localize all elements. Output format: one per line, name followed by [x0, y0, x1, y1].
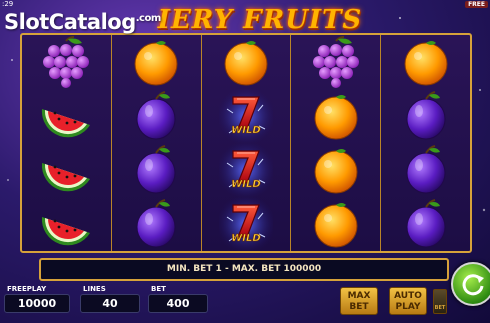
- reels-grid: WILD WILD WILD: [20, 33, 472, 253]
- wild-seven-icon: WILD: [219, 197, 273, 251]
- spin-button[interactable]: [451, 262, 490, 306]
- reel-5: [381, 35, 470, 251]
- symbol-watermelon: [37, 89, 95, 143]
- plum-icon: [129, 89, 183, 143]
- watermark-main: SlotCatalog: [4, 10, 136, 34]
- freeplay-field: FREEPLAY 10000: [4, 284, 70, 313]
- reel-4: [291, 35, 382, 251]
- symbol-watermelon: [37, 197, 95, 251]
- plum-icon: [399, 89, 453, 143]
- wild-seven-icon: WILD: [219, 143, 273, 197]
- symbol-wild-seven: WILD: [217, 89, 275, 143]
- symbol-wild-seven: WILD: [217, 197, 275, 251]
- symbol-wild-seven: WILD: [217, 143, 275, 197]
- symbol-grapes: [307, 35, 365, 89]
- symbol-orange: [217, 35, 275, 89]
- plum-icon: [129, 197, 183, 251]
- watermelon-icon: [39, 197, 93, 251]
- symbol-grapes: [37, 35, 95, 89]
- spin-arrows-icon: [462, 274, 484, 296]
- symbol-orange: [307, 197, 365, 251]
- game-title: IERY FRUITS: [157, 5, 363, 35]
- control-panel: FREEPLAY 10000 LINES 40 BET 400 MAX BET …: [0, 262, 490, 323]
- watermelon-icon: [39, 89, 93, 143]
- bet-field[interactable]: BET 400: [148, 284, 208, 313]
- symbol-plum: [127, 143, 185, 197]
- plum-icon: [129, 143, 183, 197]
- symbol-orange: [397, 35, 455, 89]
- status-time: :29: [2, 0, 14, 8]
- orange-icon: [129, 35, 183, 89]
- symbol-plum: [397, 197, 455, 251]
- lines-field[interactable]: LINES 40: [80, 284, 140, 313]
- free-badge: FREE: [465, 1, 488, 8]
- reel-3: WILD WILD WILD: [202, 35, 292, 251]
- grapes-icon: [309, 35, 363, 89]
- orange-icon: [309, 143, 363, 197]
- wild-seven-icon: WILD: [219, 89, 273, 143]
- bet-label: BET: [151, 285, 166, 293]
- symbol-plum: [127, 89, 185, 143]
- symbol-orange: [307, 89, 365, 143]
- lines-label: LINES: [83, 285, 106, 293]
- wild-label: WILD: [231, 125, 260, 136]
- wild-label: WILD: [231, 179, 260, 190]
- orange-icon: [309, 197, 363, 251]
- watermark-sub: .com: [135, 13, 162, 24]
- auto-play-button[interactable]: AUTO PLAY: [389, 287, 427, 315]
- bet-value[interactable]: 400: [148, 294, 208, 313]
- watermark-logo: SlotCatalog.com: [4, 10, 161, 34]
- freeplay-value: 10000: [4, 294, 70, 313]
- bet-small-button[interactable]: BET: [433, 289, 447, 314]
- orange-icon: [309, 89, 363, 143]
- watermelon-icon: [39, 143, 93, 197]
- symbol-orange: [127, 35, 185, 89]
- reel-1: [22, 35, 112, 251]
- orange-icon: [219, 35, 273, 89]
- symbol-plum: [397, 143, 455, 197]
- symbol-plum: [397, 89, 455, 143]
- max-bet-button[interactable]: MAX BET: [340, 287, 378, 315]
- bet-limits-info: MIN. BET 1 - MAX. BET 100000: [39, 258, 449, 281]
- orange-icon: [399, 35, 453, 89]
- symbol-orange: [307, 143, 365, 197]
- grapes-icon: [39, 35, 93, 89]
- symbol-watermelon: [37, 143, 95, 197]
- wild-label: WILD: [231, 233, 260, 244]
- reel-2: [112, 35, 202, 251]
- lines-value[interactable]: 40: [80, 294, 140, 313]
- freeplay-label: FREEPLAY: [7, 285, 47, 293]
- symbol-plum: [127, 197, 185, 251]
- plum-icon: [399, 197, 453, 251]
- plum-icon: [399, 143, 453, 197]
